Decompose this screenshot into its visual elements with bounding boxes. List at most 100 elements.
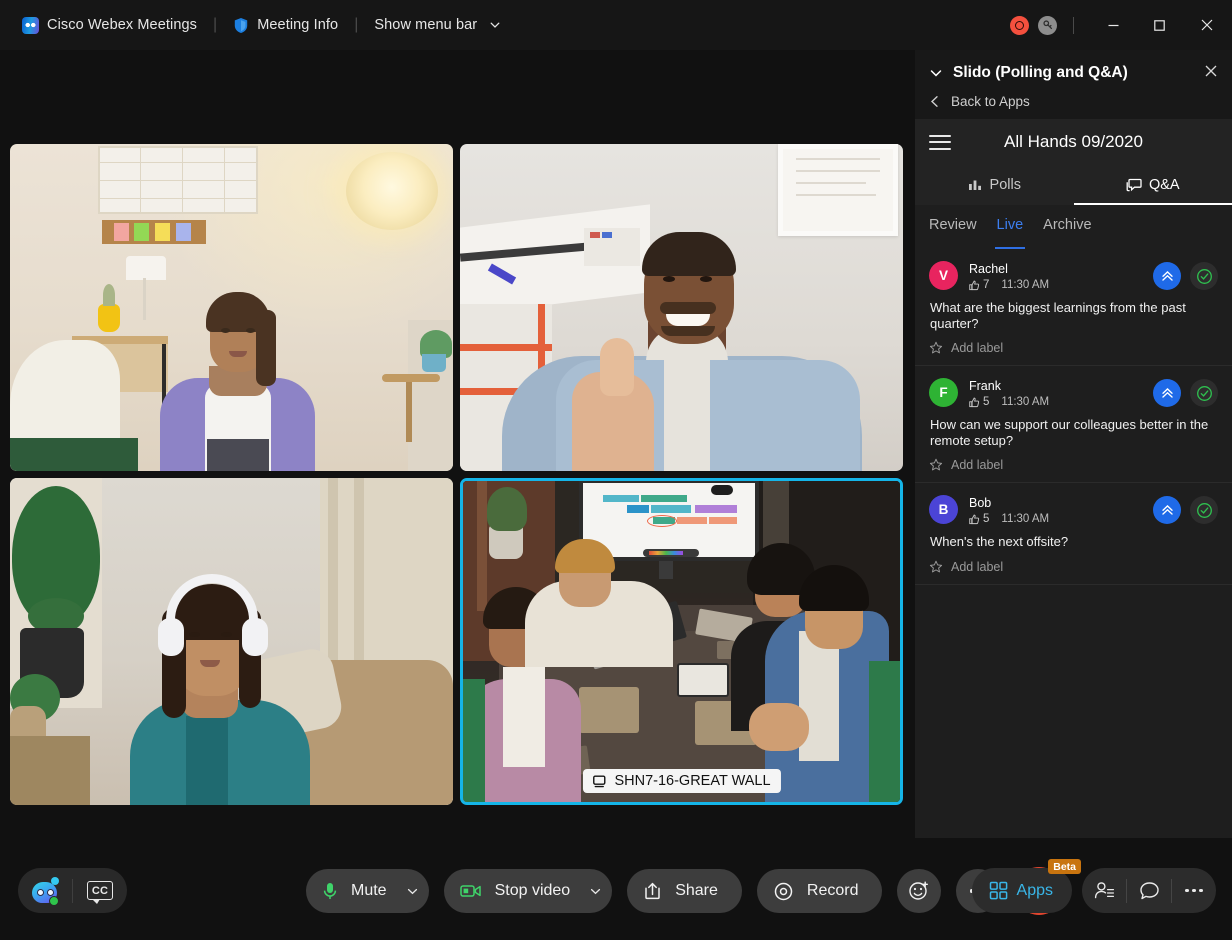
show-menu-bar-label: Show menu bar	[374, 17, 477, 33]
qa-author: Frank	[969, 379, 1049, 393]
key-icon[interactable]	[1038, 16, 1057, 35]
avatar: B	[929, 495, 958, 524]
add-label-text: Add label	[951, 560, 1003, 574]
qa-author: Bob	[969, 496, 1049, 510]
video-device-icon	[592, 775, 607, 788]
mute-dropdown-button[interactable]	[400, 885, 419, 898]
chat-button[interactable]	[1127, 868, 1171, 913]
chevron-down-icon	[489, 19, 501, 31]
chevron-down-icon[interactable]	[929, 66, 943, 80]
shield-icon	[233, 17, 249, 34]
video-tile[interactable]	[10, 144, 453, 471]
record-button[interactable]: Record	[757, 869, 883, 913]
add-label-button[interactable]: Add label	[929, 458, 1218, 472]
divider: |	[213, 16, 217, 34]
reactions-button[interactable]	[897, 869, 941, 913]
qa-time: 11:30 AM	[1001, 396, 1049, 408]
participants-button[interactable]	[1082, 868, 1126, 913]
qa-likes-count: 5	[983, 396, 989, 408]
back-to-apps-button[interactable]: Back to Apps	[915, 86, 1232, 109]
close-icon[interactable]	[1182, 0, 1232, 50]
check-circle-icon	[1196, 385, 1213, 402]
mute-label: Mute	[347, 882, 391, 900]
webex-assistant-button[interactable]	[18, 868, 72, 913]
add-label-text: Add label	[951, 458, 1003, 472]
avatar-letter: F	[939, 385, 947, 400]
upvote-button[interactable]	[1153, 379, 1181, 407]
mark-answered-button[interactable]	[1190, 262, 1218, 290]
close-icon[interactable]	[1204, 64, 1218, 83]
meeting-info-button[interactable]: Meeting Info	[229, 0, 342, 50]
thumbs-up-icon	[969, 397, 980, 408]
app-title: Cisco Webex Meetings	[18, 0, 201, 50]
slido-panel-header: Slido (Polling and Q&A) Back to Apps	[915, 50, 1232, 119]
share-upload-icon	[644, 882, 661, 900]
mark-answered-button[interactable]	[1190, 496, 1218, 524]
webex-logo-icon	[22, 17, 39, 34]
webex-assistant-icon	[30, 877, 60, 905]
video-tile-active[interactable]: SHN7-16-GREAT WALL	[460, 478, 903, 805]
qa-likes-count: 7	[983, 279, 989, 291]
minimize-icon[interactable]	[1090, 0, 1136, 50]
star-icon	[929, 341, 943, 355]
mute-button[interactable]: Mute	[306, 869, 429, 913]
microphone-icon	[322, 881, 338, 901]
qa-author: Rachel	[969, 262, 1049, 276]
apps-button[interactable]: Beta Apps	[972, 868, 1072, 913]
subtab-archive[interactable]: Archive	[1043, 217, 1091, 249]
camera-icon	[460, 883, 482, 899]
qa-question-list: V Rachel 7	[915, 249, 1232, 838]
slido-tabs: Polls Q&A	[915, 165, 1232, 205]
panel-toggles-group	[1082, 868, 1216, 913]
hamburger-menu-icon[interactable]	[929, 135, 951, 150]
tab-qa[interactable]: Q&A	[1074, 165, 1232, 205]
stop-video-button[interactable]: Stop video	[444, 869, 613, 913]
maximize-icon[interactable]	[1136, 0, 1182, 50]
chat-bubble-icon	[1139, 881, 1160, 901]
tab-polls-label: Polls	[990, 177, 1021, 193]
avatar: F	[929, 378, 958, 407]
avatar: V	[929, 261, 958, 290]
qa-question-text: What are the biggest learnings from the …	[929, 300, 1218, 331]
divider-2: |	[354, 16, 358, 34]
star-icon	[929, 458, 943, 472]
secondary-controls-group: Beta Apps	[972, 868, 1216, 913]
participant-video-feed	[460, 144, 903, 471]
apps-label: Apps	[1017, 882, 1053, 900]
upvote-button[interactable]	[1153, 496, 1181, 524]
check-circle-icon	[1196, 268, 1213, 285]
meeting-controls-toolbar: CC Mute	[0, 838, 1232, 940]
share-label: Share	[671, 882, 722, 900]
subtab-review[interactable]: Review	[929, 217, 977, 249]
video-tile[interactable]	[10, 478, 453, 805]
share-button[interactable]: Share	[627, 869, 742, 913]
event-name: All Hands 09/2020	[915, 132, 1232, 152]
video-tile[interactable]	[460, 144, 903, 471]
qa-question-item[interactable]: B Bob 5	[915, 483, 1232, 585]
mark-answered-button[interactable]	[1190, 379, 1218, 407]
window-controls-group	[1010, 0, 1232, 50]
video-grid: SHN7-16-GREAT WALL	[10, 144, 903, 810]
recording-indicator-icon[interactable]	[1010, 16, 1029, 35]
add-label-button[interactable]: Add label	[929, 341, 1218, 355]
upvote-button[interactable]	[1153, 262, 1181, 290]
qa-question-item[interactable]: V Rachel 7	[915, 249, 1232, 366]
subtab-live[interactable]: Live	[997, 217, 1024, 249]
device-name-label: SHN7-16-GREAT WALL	[614, 773, 770, 789]
title-bar: Cisco Webex Meetings | Meeting Info | Sh…	[0, 0, 1232, 50]
divider-3	[1073, 17, 1074, 34]
closed-captions-button[interactable]: CC	[73, 868, 127, 913]
add-label-text: Add label	[951, 341, 1003, 355]
add-label-button[interactable]: Add label	[929, 560, 1218, 574]
participant-video-feed	[10, 144, 453, 471]
qa-likes: 5	[969, 513, 989, 525]
qa-question-item[interactable]: F Frank 5	[915, 366, 1232, 483]
more-panel-options-button[interactable]	[1172, 868, 1216, 913]
record-label: Record	[803, 882, 863, 900]
tab-polls[interactable]: Polls	[915, 165, 1074, 205]
chevron-left-icon	[929, 95, 941, 108]
more-horizontal-icon	[1185, 889, 1203, 893]
qa-likes-count: 5	[983, 513, 989, 525]
video-dropdown-button[interactable]	[583, 885, 602, 898]
show-menu-bar-button[interactable]: Show menu bar	[370, 0, 505, 50]
